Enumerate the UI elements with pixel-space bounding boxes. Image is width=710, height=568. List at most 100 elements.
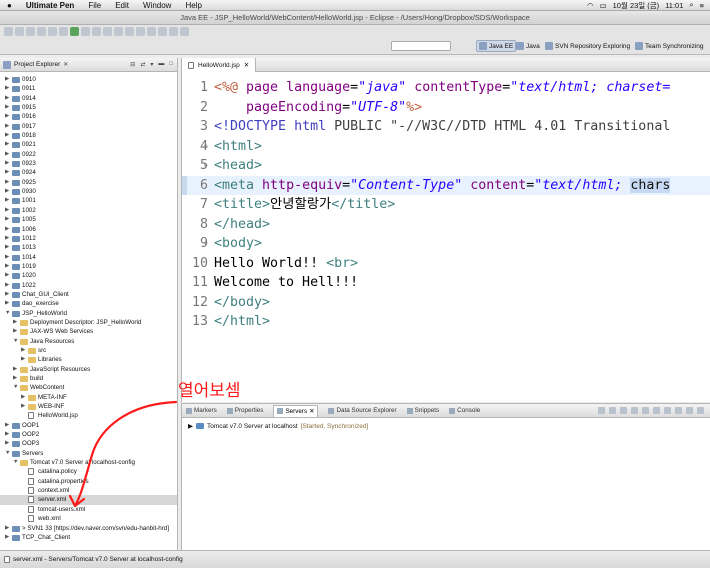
expand-icon[interactable]: ▶: [5, 131, 9, 140]
minimize-icon[interactable]: [686, 407, 693, 414]
collapse-icon[interactable]: ▼: [5, 449, 10, 458]
debug-server-icon[interactable]: [609, 407, 616, 414]
expand-icon[interactable]: ▶: [5, 150, 9, 159]
expand-icon[interactable]: ▶: [5, 243, 9, 252]
code-line[interactable]: 12 </body>: [182, 293, 710, 313]
close-icon[interactable]: ✕: [63, 61, 68, 68]
profile-server-icon[interactable]: [631, 407, 638, 414]
code-line[interactable]: 4 ⊖ <html>: [182, 137, 710, 157]
code-view[interactable]: 1 <%@ page language="java" contentType="t…: [182, 78, 710, 398]
new-icon[interactable]: [4, 26, 13, 36]
tree-item[interactable]: ▶ Libraries: [0, 355, 177, 364]
perspective-team-sync[interactable]: Team Synchronizing: [633, 40, 706, 52]
run-icon[interactable]: [70, 26, 79, 36]
tree-item[interactable]: ▶ OOP3: [0, 439, 177, 448]
expand-icon[interactable]: ▶: [5, 533, 9, 542]
code-line[interactable]: 7 <title>안녕할랑가</title>: [182, 195, 710, 215]
tree-item[interactable]: ▶ 1013: [0, 243, 177, 252]
tree-item[interactable]: ▶ src: [0, 346, 177, 355]
menubar-date[interactable]: 10월 23일 (금): [613, 0, 660, 11]
app-menu[interactable]: Ultimate Pen: [19, 1, 81, 10]
menu-file[interactable]: File: [81, 1, 108, 10]
expand-icon[interactable]: ▶: [21, 355, 25, 364]
code-line[interactable]: 10 Hello World!! <br>: [182, 254, 710, 274]
tree-item[interactable]: ▶ JavaScript Resources: [0, 365, 177, 374]
tab-servers[interactable]: Servers ✕: [273, 404, 319, 417]
tree-item[interactable]: ▶ 1020: [0, 271, 177, 280]
menubar-time[interactable]: 11:01: [665, 1, 683, 10]
start-server-icon[interactable]: [620, 407, 627, 414]
expand-icon[interactable]: ▶: [5, 196, 9, 205]
external-tools-icon[interactable]: [81, 26, 90, 36]
expand-icon[interactable]: ▶: [5, 75, 9, 84]
server-icon[interactable]: [48, 26, 57, 36]
server-row[interactable]: ▶ Tomcat v7.0 Server at localhost [Start…: [188, 422, 368, 431]
expand-icon[interactable]: ▶: [5, 178, 9, 187]
editor-tab-helloworld[interactable]: HelloWorld.jsp ✕: [182, 58, 257, 72]
tree-item[interactable]: catalina.properties: [0, 477, 177, 486]
open-type-icon[interactable]: [125, 26, 134, 36]
expand-icon[interactable]: ▶: [5, 524, 9, 533]
tab-console[interactable]: Console: [449, 407, 480, 414]
fold-icon[interactable]: ⊖: [204, 156, 208, 176]
tree-item[interactable]: ▶ 1006: [0, 225, 177, 234]
perspective-svn[interactable]: SVN Repository Exploring: [543, 40, 632, 52]
apple-icon[interactable]: ●: [0, 1, 19, 10]
collapse-all-icon[interactable]: ⊟: [130, 61, 135, 68]
expand-icon[interactable]: ▶: [13, 318, 17, 327]
tree-item[interactable]: ▶ OOP1: [0, 421, 177, 430]
wifi-icon[interactable]: ◠: [587, 1, 594, 10]
tree-item[interactable]: ▶ build: [0, 374, 177, 383]
code-line[interactable]: 8 </head>: [182, 215, 710, 235]
tree-item[interactable]: server.xml: [0, 495, 177, 505]
expand-icon[interactable]: ▶: [5, 299, 9, 308]
tab-markers[interactable]: Markers: [186, 407, 217, 414]
tree-item[interactable]: ▶ 0925: [0, 178, 177, 187]
tree-item[interactable]: ▼ WebContent: [0, 383, 177, 392]
tree-item[interactable]: ▶ META-INF: [0, 393, 177, 402]
new-java-project-icon[interactable]: [92, 26, 101, 36]
tree-item[interactable]: ▶ 0924: [0, 168, 177, 177]
minimize-icon[interactable]: ▬: [158, 61, 164, 68]
collapse-icon[interactable]: ▼: [5, 309, 10, 318]
menu-window[interactable]: Window: [136, 1, 178, 10]
expand-icon[interactable]: ▶: [188, 422, 193, 430]
tree-item[interactable]: tomcat-users.xml: [0, 505, 177, 514]
expand-icon[interactable]: ▶: [5, 112, 9, 121]
tree-item[interactable]: ▶ 1019: [0, 262, 177, 271]
build-icon[interactable]: [37, 26, 46, 36]
tree-item[interactable]: ▶ 0911: [0, 84, 177, 93]
link-editor-icon[interactable]: ⇄: [140, 61, 145, 68]
menu-help[interactable]: Help: [178, 1, 208, 10]
tree-item[interactable]: ▶ JAX-WS Web Services: [0, 327, 177, 336]
expand-icon[interactable]: ▶: [5, 290, 9, 299]
tree-item[interactable]: context.xml: [0, 486, 177, 495]
tree-item[interactable]: ▶ 1005: [0, 215, 177, 224]
back-icon[interactable]: [169, 26, 178, 36]
expand-icon[interactable]: ▶: [21, 402, 25, 411]
expand-icon[interactable]: ▶: [13, 374, 17, 383]
save-icon[interactable]: [15, 26, 24, 36]
disconnect-icon[interactable]: [664, 407, 671, 414]
tree-item[interactable]: ▼ Tomcat v7.0 Server at localhost-config: [0, 458, 177, 467]
code-line[interactable]: 3 <!DOCTYPE html PUBLIC "-//W3C//DTD HTML…: [182, 117, 710, 137]
tree-item[interactable]: ▼ JSP_HelloWorld: [0, 309, 177, 318]
expand-icon[interactable]: ▶: [5, 430, 9, 439]
collapse-icon[interactable]: ▼: [13, 458, 18, 467]
expand-icon[interactable]: ▶: [5, 262, 9, 271]
expand-icon[interactable]: ▶: [5, 281, 9, 290]
collapse-icon[interactable]: ▼: [13, 383, 18, 392]
new-class-icon[interactable]: [114, 26, 123, 36]
tab-snippets[interactable]: Snippets: [406, 407, 439, 414]
fold-icon[interactable]: ⊖: [204, 234, 208, 254]
tree-item[interactable]: ▶ 0921: [0, 140, 177, 149]
tree-item[interactable]: ▶ 0922: [0, 150, 177, 159]
code-line[interactable]: 5 ⊖ <head>: [182, 156, 710, 176]
fold-icon[interactable]: ⊖: [204, 137, 208, 157]
quick-access-input[interactable]: [391, 41, 451, 51]
expand-icon[interactable]: ▶: [21, 393, 25, 402]
expand-icon[interactable]: ▶: [5, 439, 9, 448]
project-explorer-tab[interactable]: Project Explorer ✕ ⊟ ⇄ ▾ ▬ □: [0, 58, 177, 72]
tree-item[interactable]: ▶ dao_exercise: [0, 299, 177, 308]
tree-item[interactable]: ▶ OOP2: [0, 430, 177, 439]
